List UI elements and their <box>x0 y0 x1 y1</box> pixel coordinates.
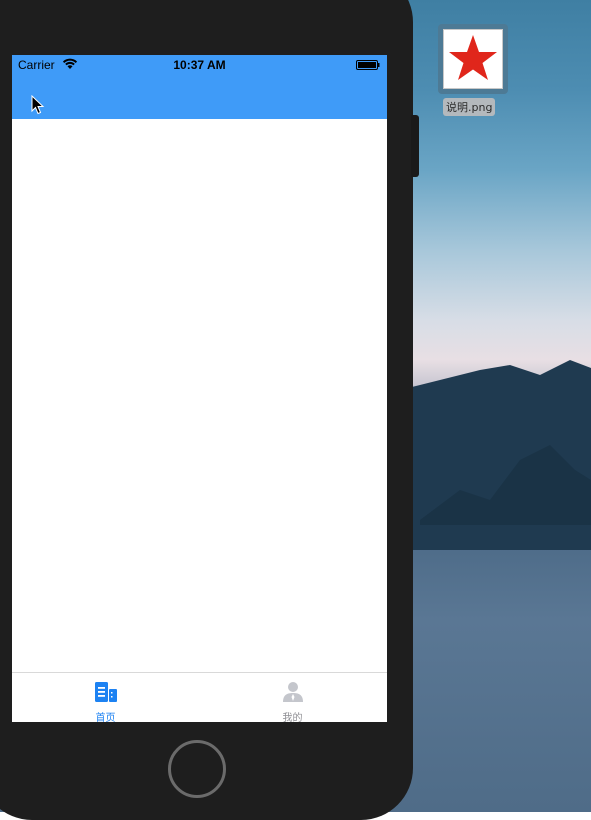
battery-icon <box>356 60 380 70</box>
main-content <box>12 119 387 672</box>
tab-home[interactable]: 首页 <box>12 673 199 722</box>
tab-mine-label: 我的 <box>282 713 303 722</box>
desktop-file-icon[interactable]: 说明.png <box>436 24 510 116</box>
tab-mine[interactable]: 我的 <box>199 673 386 722</box>
person-icon <box>283 682 303 702</box>
navigation-bar <box>12 75 387 119</box>
red-star-icon <box>449 35 497 80</box>
mouse-cursor-icon <box>31 95 45 115</box>
status-time: 10:37 AM <box>173 58 226 72</box>
image-preview <box>443 29 503 89</box>
file-thumbnail <box>438 24 508 94</box>
home-document-icon <box>95 682 117 702</box>
file-name-label: 说明.png <box>443 98 496 116</box>
tab-home-label: 首页 <box>95 713 116 722</box>
phone-side-button <box>411 115 419 177</box>
tab-bar: 首页 我的 <box>12 672 387 722</box>
simulator-screen: Carrier 10:37 AM 首页 我的 <box>12 55 387 722</box>
mountain-silhouette <box>400 360 591 550</box>
status-bar: Carrier 10:37 AM <box>12 55 387 75</box>
home-button[interactable] <box>168 740 226 798</box>
